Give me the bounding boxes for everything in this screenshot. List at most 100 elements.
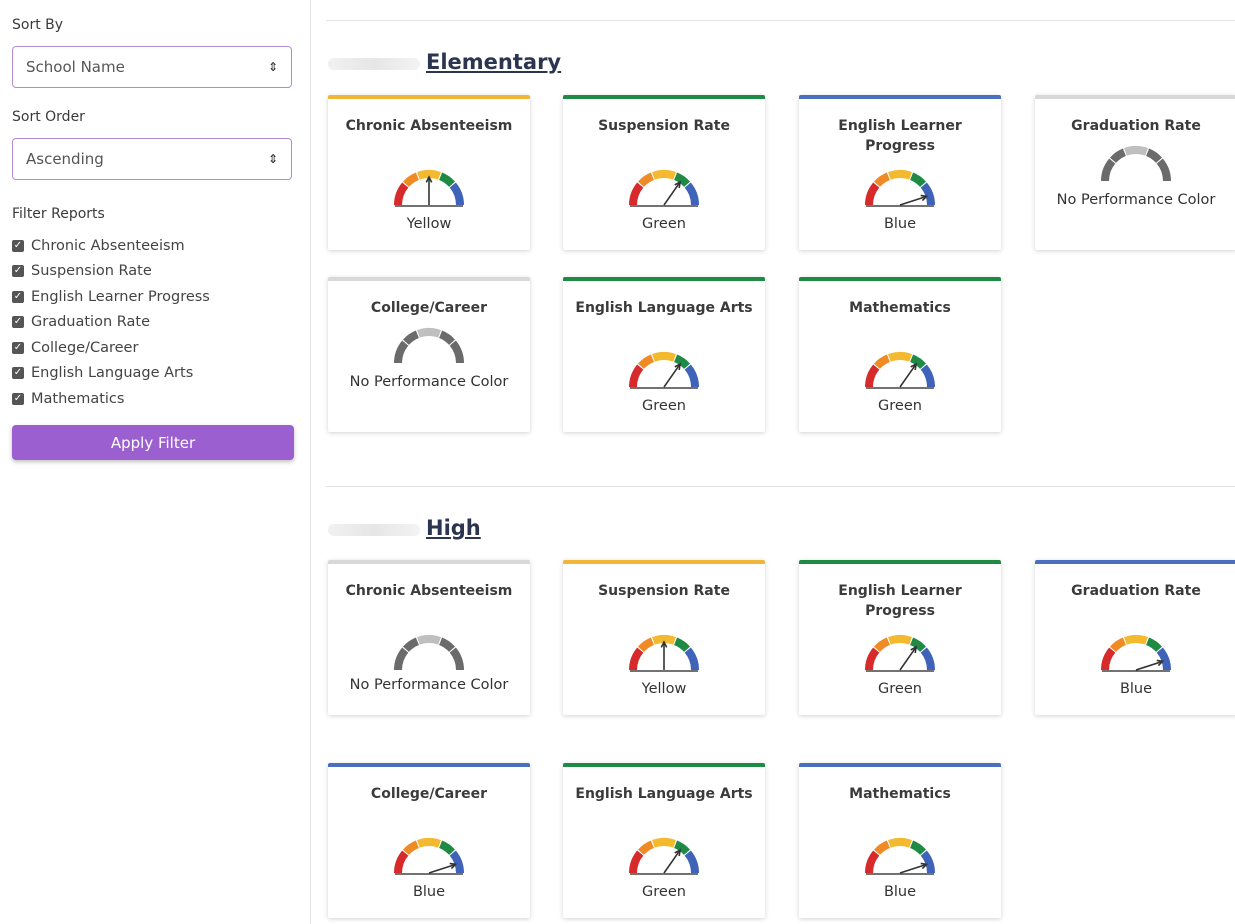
gauge-segment xyxy=(673,637,691,653)
gauge-segment xyxy=(909,840,927,856)
gauge-segment xyxy=(865,850,880,874)
indicator-card[interactable]: Mathematics Green xyxy=(799,277,1001,432)
checkbox-checked-icon[interactable]: ✓ xyxy=(12,265,24,278)
indicator-card[interactable]: English Learner Progress Blue xyxy=(799,95,1001,250)
gauge-icon xyxy=(865,170,935,207)
gauge-segment xyxy=(684,850,699,874)
gauge-segment xyxy=(449,850,464,874)
performance-color-label: Yellow xyxy=(406,216,452,232)
filter-checkbox[interactable]: ✓ English Language Arts xyxy=(12,361,210,387)
filter-label: College/Career xyxy=(31,339,139,356)
gauge-segment xyxy=(402,172,420,188)
gauge-segment xyxy=(1101,647,1116,671)
indicator-title: Suspension Rate xyxy=(598,583,730,599)
checkbox-checked-icon[interactable]: ✓ xyxy=(12,392,24,405)
indicator-card[interactable]: Mathematics Blue xyxy=(799,763,1001,918)
gauge-segment xyxy=(1124,146,1148,156)
gauge-segment xyxy=(417,635,441,645)
gauge-segment xyxy=(394,647,409,671)
indicator-card[interactable]: Suspension Rate Green xyxy=(563,95,765,250)
checkbox-checked-icon[interactable]: ✓ xyxy=(12,367,24,380)
checkbox-checked-icon[interactable]: ✓ xyxy=(12,239,24,252)
indicator-card[interactable]: Graduation Rate No Performance Color xyxy=(1035,95,1235,250)
indicator-title: Mathematics xyxy=(849,786,951,802)
gauge-segment xyxy=(873,840,891,856)
indicator-card[interactable]: Graduation Rate Blue xyxy=(1035,560,1235,715)
filter-checkbox[interactable]: ✓ English Learner Progress xyxy=(12,284,210,310)
gauge-needle xyxy=(663,181,681,206)
indicator-title: English Learner Progress xyxy=(838,118,962,154)
gauge-segment xyxy=(637,637,655,653)
indicator-card[interactable]: College/Career No Performance Color xyxy=(328,277,530,432)
filter-label: English Learner Progress xyxy=(31,288,210,305)
redacted-school-prefix xyxy=(328,524,420,536)
performance-color-label: Green xyxy=(642,398,686,414)
gauge-icon xyxy=(1101,146,1171,182)
indicator-card[interactable]: English Language Arts Green xyxy=(563,277,765,432)
gauge-segment xyxy=(637,840,655,856)
school-name-link[interactable]: Elementary xyxy=(426,50,561,74)
gauge-segment xyxy=(449,647,464,671)
gauge-segment xyxy=(402,637,420,653)
gauge-segment xyxy=(449,182,464,206)
performance-color-label: Green xyxy=(642,216,686,232)
gauge-segment xyxy=(394,182,409,206)
performance-color-label: Green xyxy=(878,398,922,414)
gauge-segment xyxy=(888,170,912,180)
filter-checkbox[interactable]: ✓ Graduation Rate xyxy=(12,310,210,336)
indicator-card[interactable]: Chronic Absenteeism Yellow xyxy=(328,95,530,250)
gauge-segment xyxy=(888,635,912,645)
gauge-icon xyxy=(629,352,699,389)
school-name-link[interactable]: High xyxy=(426,516,481,540)
gauge-needle xyxy=(899,646,917,671)
gauge-segment xyxy=(684,364,699,388)
sort-order-select[interactable]: Ascending ⇕ xyxy=(12,138,292,180)
gauge-segment xyxy=(438,840,456,856)
indicator-card[interactable]: English Learner Progress Green xyxy=(799,560,1001,715)
gauge-segment xyxy=(920,850,935,874)
gauge-icon xyxy=(865,352,935,389)
sort-by-select[interactable]: School Name ⇕ xyxy=(12,46,292,88)
indicator-card[interactable]: College/Career Blue xyxy=(328,763,530,918)
sidebar: Sort By School Name ⇕ Sort Order Ascendi… xyxy=(0,0,311,924)
apply-filter-button[interactable]: Apply Filter xyxy=(12,425,294,460)
filter-label: Graduation Rate xyxy=(31,314,150,331)
gauge-segment xyxy=(865,182,880,206)
filter-checkbox[interactable]: ✓ Mathematics xyxy=(12,386,210,412)
gauge-icon xyxy=(865,635,935,672)
gauge-segment xyxy=(394,340,409,364)
gauge-segment xyxy=(920,364,935,388)
indicator-title: Graduation Rate xyxy=(1071,118,1201,134)
school-heading: Elementary xyxy=(328,50,561,74)
indicator-card[interactable]: Chronic Absenteeism No Performance Color xyxy=(328,560,530,715)
gauge-segment xyxy=(684,182,699,206)
school-heading: High xyxy=(328,516,481,540)
indicator-card[interactable]: English Language Arts Green xyxy=(563,763,765,918)
indicator-title: English Learner Progress xyxy=(838,583,962,619)
filter-checkbox[interactable]: ✓ Chronic Absenteeism xyxy=(12,233,210,259)
filter-label: Chronic Absenteeism xyxy=(31,237,185,254)
gauge-segment xyxy=(920,647,935,671)
gauge-segment xyxy=(637,172,655,188)
checkbox-checked-icon[interactable]: ✓ xyxy=(12,341,24,354)
gauge-icon xyxy=(394,328,464,364)
performance-color-label: Blue xyxy=(883,216,917,232)
performance-color-label: Green xyxy=(878,681,922,697)
indicator-title: English Language Arts xyxy=(575,786,753,802)
gauge-segment xyxy=(909,172,927,188)
filter-reports-label: Filter Reports xyxy=(12,206,105,222)
checkbox-checked-icon[interactable]: ✓ xyxy=(12,290,24,303)
indicator-card[interactable]: Suspension Rate Yellow xyxy=(563,560,765,715)
gauge-segment xyxy=(1156,158,1171,182)
filter-label: English Language Arts xyxy=(31,365,194,382)
gauge-segment xyxy=(888,352,912,362)
filter-checkbox-list: ✓ Chronic Absenteeism ✓ Suspension Rate ✓ E… xyxy=(12,233,210,412)
filter-checkbox[interactable]: ✓ College/Career xyxy=(12,335,210,361)
filter-checkbox[interactable]: ✓ Suspension Rate xyxy=(12,259,210,285)
checkbox-checked-icon[interactable]: ✓ xyxy=(12,316,24,329)
gauge-segment xyxy=(865,364,880,388)
gauge-segment xyxy=(629,647,644,671)
gauge-icon xyxy=(394,635,464,671)
indicator-title: College/Career xyxy=(370,786,488,802)
gauge-segment xyxy=(438,330,456,346)
